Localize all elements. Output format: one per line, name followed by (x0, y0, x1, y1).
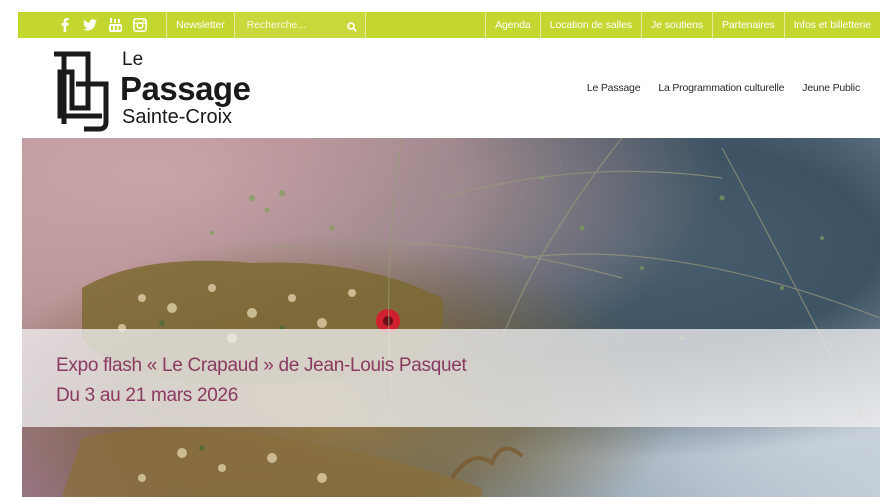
youtube-icon[interactable] (108, 18, 122, 32)
hero-artwork-image (62, 138, 880, 497)
topbar-link-soutiens[interactable]: Je soutiens (642, 12, 712, 38)
topbar-link-location[interactable]: Location de salles (541, 12, 641, 38)
hero-title[interactable]: Expo flash « Le Crapaud » de Jean-Louis … (56, 355, 467, 377)
main-nav: Le Passage La Programmation culturelle J… (587, 82, 860, 94)
facebook-icon[interactable] (58, 18, 72, 32)
hero-dates: Du 3 au 21 mars 2026 (56, 385, 239, 406)
logo-text-sainte-croix: Sainte-Croix (122, 106, 233, 128)
instagram-icon[interactable] (133, 18, 147, 32)
logo-text-le: Le (122, 49, 144, 70)
hero-caption[interactable]: Expo flash « Le Crapaud » de Jean-Louis … (22, 329, 880, 427)
nav-item-programmation[interactable]: La Programmation culturelle (658, 82, 784, 94)
site-logo[interactable]: Le Passage Sainte-Croix (50, 49, 300, 132)
nav-item-jeune-public[interactable]: Jeune Public (802, 82, 860, 94)
hero-banner[interactable]: Expo flash « Le Crapaud » de Jean-Louis … (22, 138, 880, 497)
topbar-link-partenaires[interactable]: Partenaires (713, 12, 784, 38)
topbar-link-agenda[interactable]: Agenda (486, 12, 540, 38)
search-icon[interactable] (346, 19, 357, 37)
search-input[interactable] (234, 19, 335, 31)
social-links (18, 12, 166, 38)
nav-item-le-passage[interactable]: Le Passage (587, 82, 641, 94)
topbar-link-infos[interactable]: Infos et billetterie (785, 12, 880, 38)
top-bar: Newsletter Agenda Location de salles Je … (18, 12, 880, 38)
logo-mark-icon (54, 51, 109, 132)
newsletter-link[interactable]: Newsletter (167, 12, 234, 38)
search-box (234, 12, 365, 38)
twitter-icon[interactable] (83, 18, 97, 32)
logo-text-passage: Passage (120, 70, 251, 107)
